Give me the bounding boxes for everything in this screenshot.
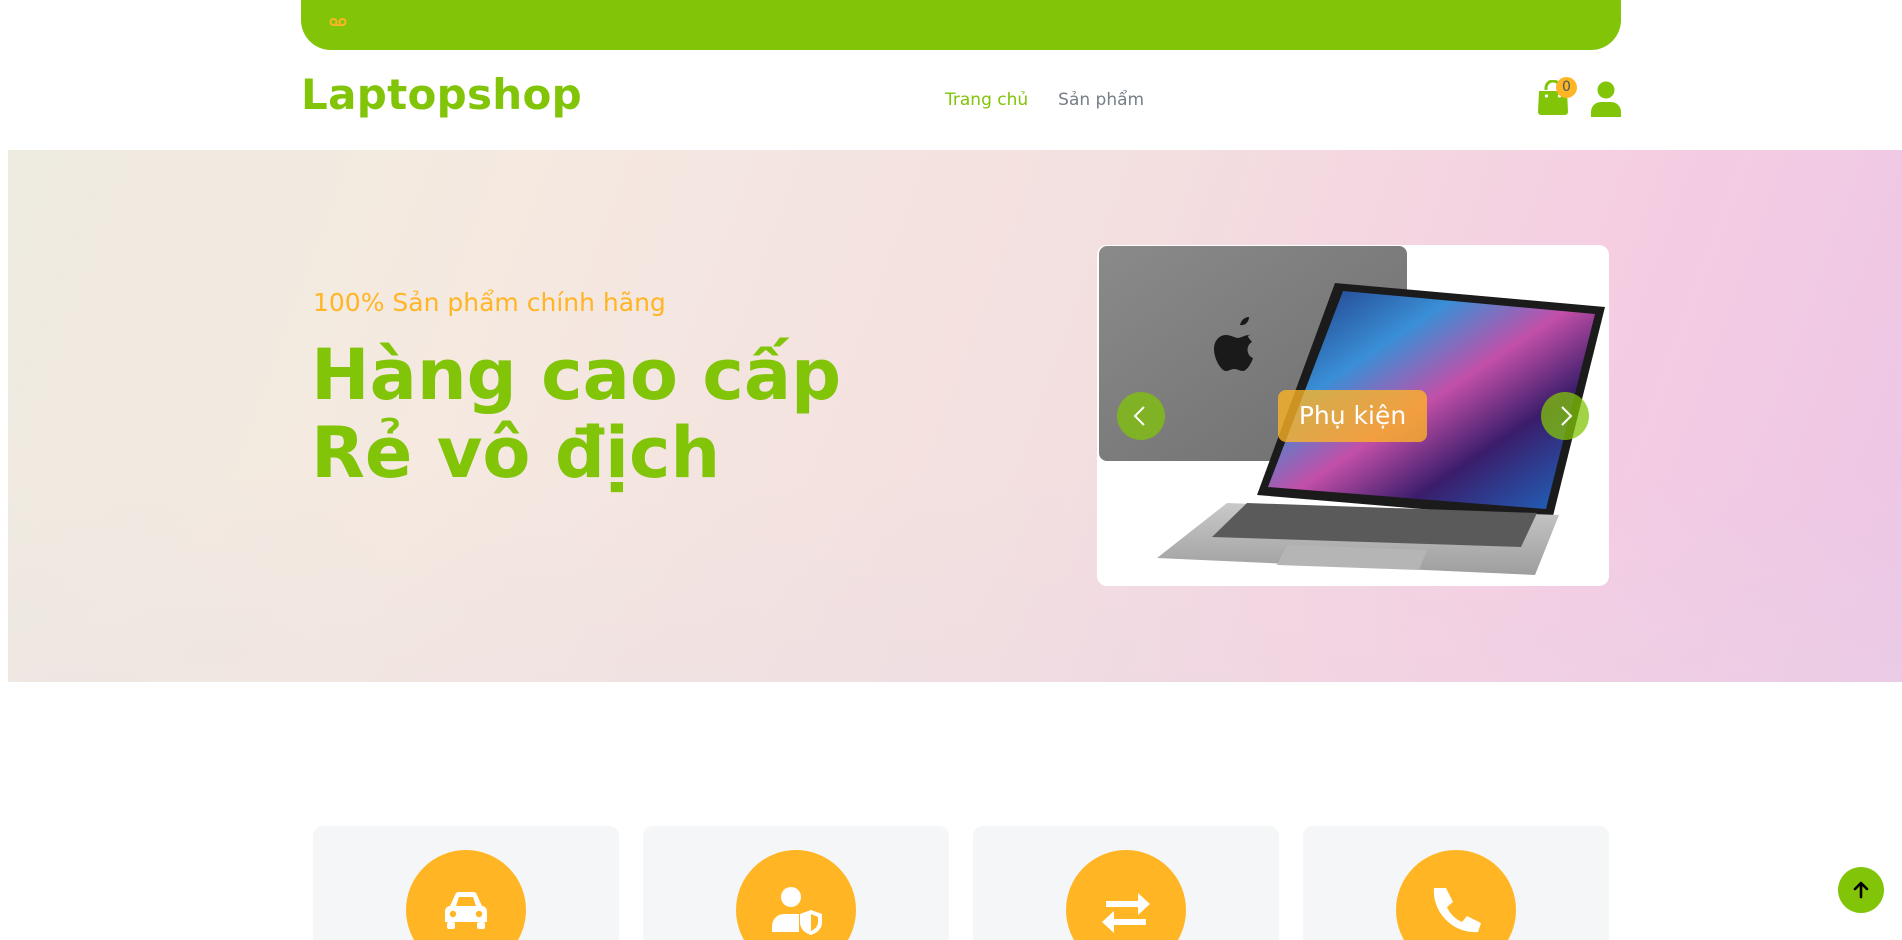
hero-carousel[interactable]: Phụ kiện bbox=[1097, 245, 1609, 586]
feature-icon-circle bbox=[1396, 850, 1516, 940]
carousel-caption: Phụ kiện bbox=[1278, 390, 1427, 442]
feature-card-security bbox=[643, 826, 949, 940]
arrow-up-icon bbox=[1853, 881, 1869, 899]
hero-title: Hàng cao cấp Rẻ vô địch bbox=[311, 336, 841, 492]
user-shield-icon bbox=[772, 887, 822, 935]
phone-icon bbox=[1433, 888, 1481, 933]
feature-card-exchange bbox=[973, 826, 1279, 940]
feature-card-support bbox=[1303, 826, 1609, 940]
feature-icon-circle bbox=[406, 850, 526, 940]
page: Laptopshop Trang chủ Sản phẩm 0 100% Sản… bbox=[0, 0, 1902, 940]
hero-section bbox=[8, 150, 1902, 682]
carousel-prev-button[interactable] bbox=[1117, 392, 1165, 440]
chevron-right-icon bbox=[1561, 406, 1573, 426]
carousel-next-button[interactable] bbox=[1541, 392, 1589, 440]
feature-card-delivery bbox=[313, 826, 619, 940]
user-icon[interactable] bbox=[1591, 81, 1621, 117]
feature-icon-circle bbox=[736, 850, 856, 940]
main-nav: Trang chủ Sản phẩm bbox=[945, 90, 1144, 110]
back-to-top-button[interactable] bbox=[1838, 867, 1884, 913]
hero-title-line-1: Hàng cao cấp bbox=[311, 334, 842, 416]
chevron-left-icon bbox=[1133, 406, 1145, 426]
hero-subtitle: 100% Sản phẩm chính hãng bbox=[313, 288, 666, 317]
car-icon bbox=[445, 891, 487, 929]
top-bar bbox=[301, 0, 1621, 50]
exchange-icon bbox=[1102, 893, 1150, 933]
cart-count-badge: 0 bbox=[1556, 77, 1577, 98]
hero-title-line-2: Rẻ vô địch bbox=[311, 412, 721, 494]
nav-item-home[interactable]: Trang chủ bbox=[945, 90, 1028, 110]
nav-item-products[interactable]: Sản phẩm bbox=[1058, 90, 1144, 110]
voicemail-icon bbox=[329, 18, 347, 26]
feature-icon-circle bbox=[1066, 850, 1186, 940]
brand-logo[interactable]: Laptopshop bbox=[301, 70, 582, 119]
